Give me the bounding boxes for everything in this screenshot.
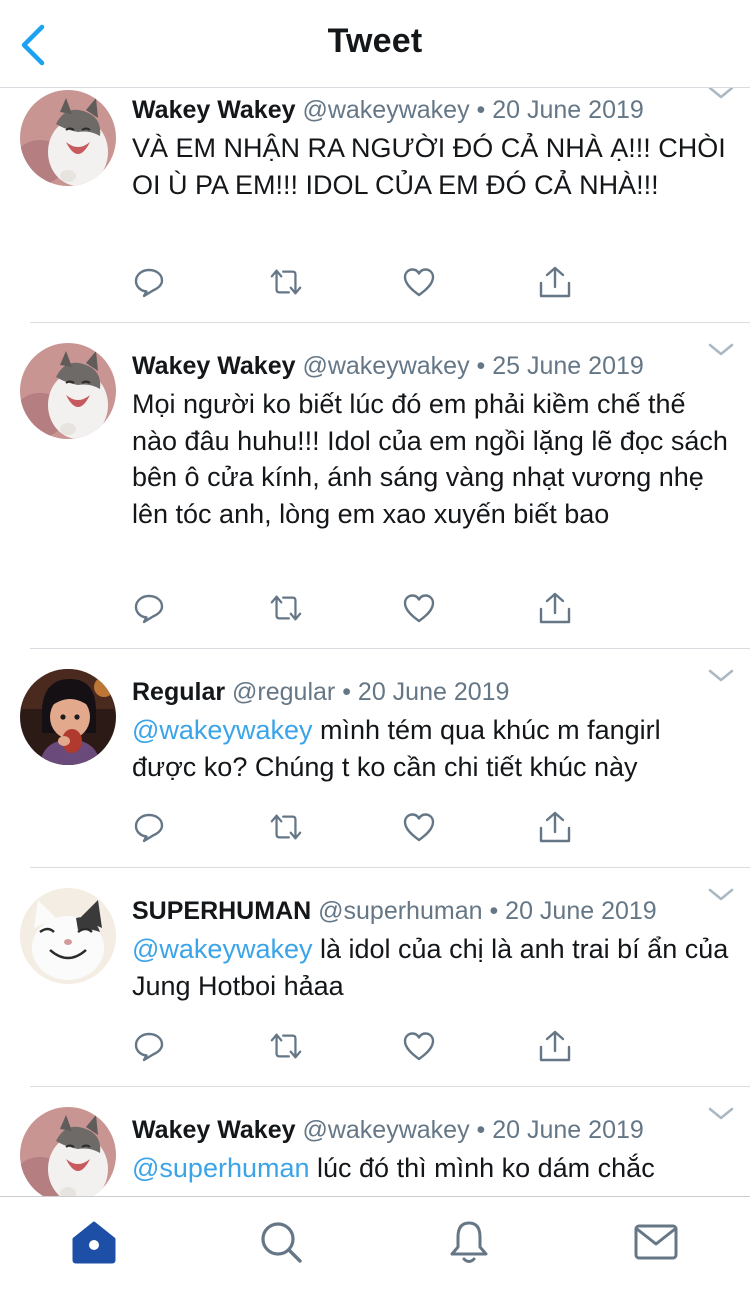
tweet-body: Mọi người ko biết lúc đó em phải kiềm ch…	[132, 389, 728, 529]
like-button[interactable]	[402, 591, 436, 625]
meta-separator: •	[476, 1116, 486, 1144]
tab-home[interactable]	[71, 1219, 117, 1265]
notifications-icon	[450, 1221, 488, 1263]
tab-notifications[interactable]	[446, 1219, 492, 1265]
username[interactable]: @regular	[232, 678, 335, 706]
retweet-button[interactable]	[269, 265, 303, 299]
reply-icon	[134, 813, 164, 843]
reply-icon	[134, 1032, 164, 1062]
username[interactable]: @wakeywakey	[302, 1116, 469, 1144]
share-icon	[539, 1030, 571, 1062]
reply-button[interactable]	[132, 591, 166, 625]
mention-link[interactable]: @wakeywakey	[132, 934, 312, 964]
retweet-button[interactable]	[269, 810, 303, 844]
display-name[interactable]: Wakey Wakey	[132, 352, 296, 380]
chevron-down-icon[interactable]	[708, 88, 734, 100]
display-name[interactable]: Wakey Wakey	[132, 96, 296, 124]
avatar[interactable]	[20, 888, 116, 984]
retweet-icon	[270, 1033, 302, 1059]
avatar[interactable]	[20, 1107, 116, 1196]
meta-separator: •	[342, 678, 351, 706]
retweet-icon	[270, 595, 302, 621]
chevron-down-icon[interactable]	[708, 888, 734, 902]
share-icon	[539, 811, 571, 843]
search-icon	[261, 1222, 302, 1263]
bottom-tab-bar	[0, 1196, 750, 1293]
tweet-text: @wakeywakey mình tém qua khúc m fangirl …	[132, 712, 730, 785]
tweet-meta: Regular @regular • 20 June 2019	[132, 676, 730, 708]
tab-search[interactable]	[258, 1219, 304, 1265]
mention-link[interactable]: @wakeywakey	[132, 715, 312, 745]
meta-separator: •	[476, 352, 486, 380]
reply-icon	[134, 594, 164, 624]
avatar[interactable]	[20, 90, 116, 186]
share-button[interactable]	[538, 265, 572, 299]
chevron-down-icon[interactable]	[708, 1107, 734, 1121]
like-button[interactable]	[402, 265, 436, 299]
display-name[interactable]: Wakey Wakey	[132, 1116, 296, 1144]
reply-icon	[134, 268, 164, 298]
reply-button[interactable]	[132, 265, 166, 299]
tweet-text: @superhuman lúc đó thì mình ko dám chắc	[132, 1150, 730, 1187]
username[interactable]: @wakeywakey	[302, 96, 469, 124]
tweet-body: lúc đó thì mình ko dám chắc	[309, 1153, 655, 1183]
messages-icon	[634, 1224, 678, 1260]
like-icon	[403, 813, 435, 842]
retweet-icon	[270, 269, 302, 295]
tweet-body: VÀ EM NHẬN RA NGƯỜI ĐÓ CẢ NHÀ Ạ!!! CHÒI …	[132, 133, 726, 200]
tweet-actions	[132, 810, 572, 844]
tweet-text: Mọi người ko biết lúc đó em phải kiềm ch…	[132, 386, 730, 532]
display-name[interactable]: Regular	[132, 678, 225, 706]
tweet-meta: Wakey Wakey @wakeywakey • 20 June 2019	[132, 1114, 730, 1146]
tweet-actions	[132, 591, 572, 625]
tweet-item[interactable]: Wakey Wakey @wakeywakey • 20 June 2019 V…	[0, 88, 750, 323]
share-button[interactable]	[538, 591, 572, 625]
avatar[interactable]	[20, 669, 116, 765]
tweet-meta: Wakey Wakey @wakeywakey • 20 June 2019	[132, 94, 730, 126]
meta-separator: •	[476, 96, 486, 124]
home-icon	[72, 1221, 116, 1264]
avatar[interactable]	[20, 343, 116, 439]
retweet-icon	[270, 814, 302, 840]
tweet-text: @wakeywakey là idol của chị là anh trai …	[132, 931, 730, 1004]
tweet-thread[interactable]: Wakey Wakey @wakeywakey • 20 June 2019 V…	[0, 88, 750, 1196]
mention-link[interactable]: @superhuman	[132, 1153, 310, 1183]
tweet-date: 25 June 2019	[492, 352, 644, 380]
top-navigation-bar: Tweet	[0, 0, 750, 88]
reply-button[interactable]	[132, 810, 166, 844]
chevron-down-icon[interactable]	[708, 669, 734, 683]
like-icon	[403, 268, 435, 297]
chevron-down-icon[interactable]	[708, 343, 734, 357]
like-button[interactable]	[402, 810, 436, 844]
retweet-button[interactable]	[269, 1029, 303, 1063]
tweet-item[interactable]: Wakey Wakey @wakeywakey • 20 June 2019 @…	[0, 1087, 750, 1196]
tweet-text: VÀ EM NHẬN RA NGƯỜI ĐÓ CẢ NHÀ Ạ!!! CHÒI …	[132, 130, 730, 203]
tweet-date: 20 June 2019	[492, 96, 644, 124]
like-icon	[403, 1032, 435, 1061]
share-button[interactable]	[538, 810, 572, 844]
share-icon	[539, 592, 571, 624]
tweet-actions	[132, 1029, 572, 1063]
share-icon	[539, 266, 571, 298]
tab-messages[interactable]	[633, 1219, 679, 1265]
display-name[interactable]: SUPERHUMAN	[132, 897, 311, 925]
tweet-date: 20 June 2019	[505, 897, 657, 925]
tweet-item[interactable]: Wakey Wakey @wakeywakey • 25 June 2019 M…	[0, 323, 750, 649]
tweet-date: 20 June 2019	[492, 1116, 644, 1144]
username[interactable]: @superhuman	[318, 897, 482, 925]
tweet-date: 20 June 2019	[357, 678, 510, 706]
like-button[interactable]	[402, 1029, 436, 1063]
like-icon	[403, 594, 435, 623]
tweet-item[interactable]: SUPERHUMAN @superhuman • 20 June 2019 @w…	[0, 868, 750, 1087]
page-title: Tweet	[327, 22, 423, 60]
reply-button[interactable]	[132, 1029, 166, 1063]
tweet-item[interactable]: Regular @regular • 20 June 2019 @wakeywa…	[0, 649, 750, 868]
tweet-actions	[132, 265, 572, 299]
username[interactable]: @wakeywakey	[302, 352, 469, 380]
retweet-button[interactable]	[269, 591, 303, 625]
tweet-meta: SUPERHUMAN @superhuman • 20 June 2019	[132, 895, 730, 927]
meta-separator: •	[489, 897, 499, 925]
tweet-meta: Wakey Wakey @wakeywakey • 25 June 2019	[132, 350, 730, 382]
share-button[interactable]	[538, 1029, 572, 1063]
